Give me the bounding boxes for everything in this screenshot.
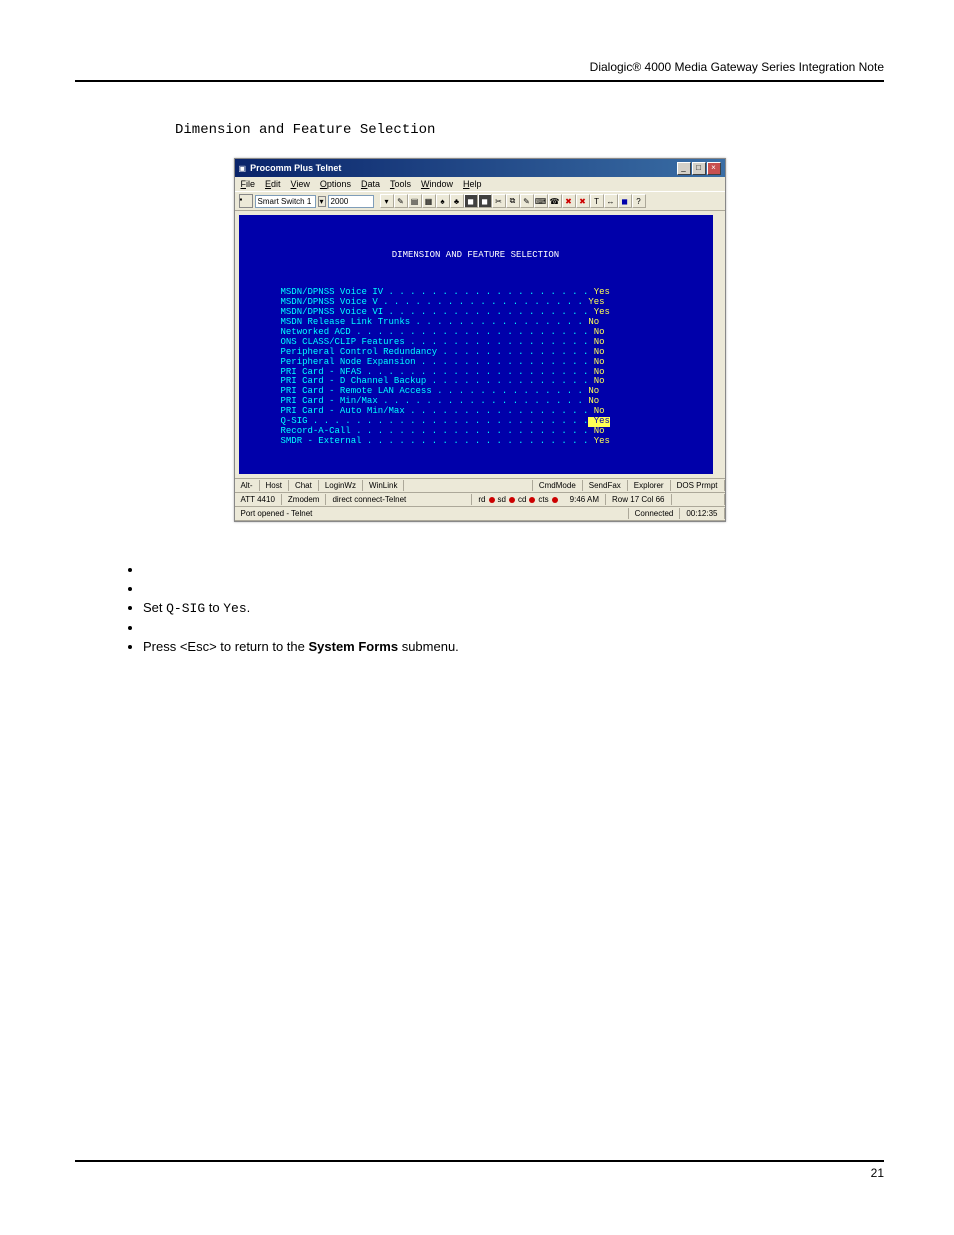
page-header: Dialogic® 4000 Media Gateway Series Inte… xyxy=(75,60,884,74)
tb-btn[interactable]: ✎ xyxy=(520,194,534,208)
led-label: cd xyxy=(518,495,526,504)
led-icon xyxy=(509,497,515,503)
statusbar-cell[interactable]: DOS Prmpt xyxy=(671,480,725,491)
bullet-item xyxy=(143,620,854,635)
led-label: sd xyxy=(498,495,506,504)
tb-btn[interactable]: ▦ xyxy=(422,194,436,208)
menu-file[interactable]: File xyxy=(241,179,256,189)
tb-btn[interactable]: ✖ xyxy=(576,194,590,208)
sb-terminal-type: ATT 4410 xyxy=(235,494,282,505)
sb-leds: rd sd cd cts xyxy=(472,494,563,505)
sb-connection: direct connect-Telnet xyxy=(326,494,472,505)
statusbar-cell[interactable] xyxy=(404,480,532,491)
tb-btn[interactable]: ⧉ xyxy=(506,194,520,208)
close-icon[interactable]: × xyxy=(707,162,721,175)
feature-label: SMDR - External . . . . . . . . . . . . … xyxy=(281,437,589,447)
dropdown-icon[interactable]: ▾ xyxy=(318,196,326,207)
figure-caption: Dimension and Feature Selection xyxy=(175,122,884,138)
tb-btn[interactable]: ? xyxy=(632,194,646,208)
statusbar-cell[interactable]: LoginWz xyxy=(319,480,363,491)
led-icon xyxy=(529,497,535,503)
bullet-item xyxy=(143,562,854,577)
titlebar: ▣ Procomm Plus Telnet _ □ × xyxy=(235,159,725,177)
statusbar-cell[interactable]: WinLink xyxy=(363,480,404,491)
combo-switch[interactable]: Smart Switch 1 xyxy=(255,195,316,208)
tb-btn[interactable]: ✂ xyxy=(492,194,506,208)
led-icon xyxy=(489,497,495,503)
direction-text: Direction is forward. xyxy=(247,476,709,478)
menu-options[interactable]: Options xyxy=(320,179,351,189)
body-text: Set Q-SIG to Yes. Press <Esc> to return … xyxy=(125,562,854,654)
tb-btn[interactable]: ▤ xyxy=(408,194,422,208)
led-icon xyxy=(552,497,558,503)
toolbar-icon[interactable]: ▪ xyxy=(239,194,253,208)
statusbar-cell[interactable]: Alt- xyxy=(235,480,260,491)
sb-duration: 00:12:35 xyxy=(680,508,724,519)
menu-tools[interactable]: Tools xyxy=(390,179,411,189)
tb-btn[interactable]: ↔ xyxy=(604,194,618,208)
statusbar-cell[interactable]: Explorer xyxy=(628,480,671,491)
bullet-item: Press <Esc> to return to the System Form… xyxy=(143,639,854,654)
sb-time: 9:46 AM xyxy=(564,494,606,505)
sb-protocol: Zmodem xyxy=(282,494,327,505)
footer: 21 xyxy=(75,1152,884,1180)
bullet-item xyxy=(143,581,854,596)
panel-title: DIMENSION AND FEATURE SELECTION xyxy=(243,251,709,261)
combo-port[interactable]: 2000 xyxy=(328,195,374,208)
tb-btn[interactable]: ☎ xyxy=(548,194,562,208)
tb-btn[interactable]: ✎ xyxy=(394,194,408,208)
tb-btn[interactable]: ⌨ xyxy=(534,194,548,208)
procomm-screenshot: ▣ Procomm Plus Telnet _ □ × File Edit Vi… xyxy=(234,158,726,522)
tb-btn[interactable]: T xyxy=(590,194,604,208)
tb-btn[interactable]: ◼ xyxy=(478,194,492,208)
header-rule xyxy=(75,80,884,82)
toolbar: ▪ Smart Switch 1 ▾ 2000 ▾ ✎ ▤ ▦ ♠ ♣ ◼ ◼ … xyxy=(235,191,725,211)
tb-btn[interactable]: ◼ xyxy=(618,194,632,208)
led-label: cts xyxy=(538,495,548,504)
window-title: Procomm Plus Telnet xyxy=(250,163,341,173)
tb-btn[interactable]: ✖ xyxy=(562,194,576,208)
scrollbar[interactable] xyxy=(714,215,723,474)
menubar: File Edit View Options Data Tools Window… xyxy=(235,177,725,191)
menu-edit[interactable]: Edit xyxy=(265,179,281,189)
sb-port-status: Port opened - Telnet xyxy=(235,508,629,519)
menu-data[interactable]: Data xyxy=(361,179,380,189)
statusbar-cell[interactable]: CmdMode xyxy=(533,480,583,491)
toolbar-buttons: ▾ ✎ ▤ ▦ ♠ ♣ ◼ ◼ ✂ ⧉ ✎ ⌨ ☎ ✖ ✖ T ↔ ◼ ? xyxy=(380,194,646,208)
sb-cursor-pos: Row 17 Col 66 xyxy=(606,494,671,505)
feature-row: SMDR - External . . . . . . . . . . . . … xyxy=(281,437,709,447)
footer-rule xyxy=(75,1160,884,1162)
feature-value: Yes xyxy=(588,437,610,447)
dropdown-icon[interactable]: ▾ xyxy=(380,194,394,208)
bullet-item: Set Q-SIG to Yes. xyxy=(143,600,854,616)
sb-gap xyxy=(672,494,725,505)
terminal: DIMENSION AND FEATURE SELECTION MSDN/DPN… xyxy=(235,211,725,478)
menu-view[interactable]: View xyxy=(291,179,310,189)
led-label: rd xyxy=(478,495,485,504)
minimize-icon[interactable]: _ xyxy=(677,162,691,175)
menu-help[interactable]: Help xyxy=(463,179,482,189)
statusbar: Alt-HostChatLoginWzWinLink CmdModeSendFax… xyxy=(235,478,725,521)
menu-window[interactable]: Window xyxy=(421,179,453,189)
statusbar-cell[interactable]: Host xyxy=(260,480,289,491)
tb-btn[interactable]: ◼ xyxy=(464,194,478,208)
tb-btn[interactable]: ♠ xyxy=(436,194,450,208)
app-icon: ▣ xyxy=(239,164,247,173)
sb-connected: Connected xyxy=(629,508,681,519)
statusbar-cell[interactable]: SendFax xyxy=(583,480,628,491)
statusbar-cell[interactable]: Chat xyxy=(289,480,319,491)
page-number: 21 xyxy=(75,1166,884,1180)
tb-btn[interactable]: ♣ xyxy=(450,194,464,208)
maximize-icon[interactable]: □ xyxy=(692,162,706,175)
